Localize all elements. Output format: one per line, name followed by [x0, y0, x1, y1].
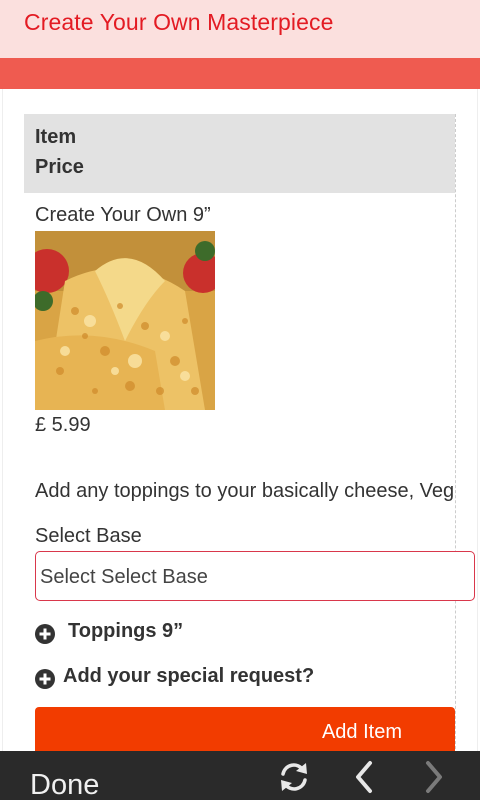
- plus-circle-icon: [35, 624, 55, 644]
- add-item-button[interactable]: Add Item: [35, 707, 455, 757]
- special-request-label: Add your special request?: [63, 665, 315, 687]
- column-header-item: Item: [35, 126, 77, 148]
- forward-chevron-icon[interactable]: [416, 759, 452, 795]
- item-description: Add any toppings to your basically chees…: [35, 480, 455, 502]
- column-header-price: Price: [35, 156, 84, 178]
- column-divider: [455, 114, 456, 754]
- header-bar: Create Your Own Masterpiece: [0, 0, 480, 58]
- table-header: Item Price: [24, 114, 455, 193]
- add-item-button-label: Add Item: [321, 721, 402, 743]
- accent-bar: [0, 58, 480, 89]
- plus-circle-icon: [35, 669, 55, 689]
- browser-bottom-bar: Done: [0, 751, 480, 800]
- select-base-value: Select Select Base: [40, 566, 208, 588]
- select-base-dropdown[interactable]: Select Select Base: [35, 551, 475, 601]
- done-button[interactable]: Done: [30, 769, 99, 800]
- item-name: Create Your Own 9”: [35, 204, 211, 226]
- toppings-label: Toppings 9”: [68, 620, 184, 642]
- back-chevron-icon[interactable]: [348, 759, 384, 795]
- pizza-photo: [35, 231, 215, 410]
- page-title: Create Your Own Masterpiece: [24, 9, 334, 35]
- select-base-label: Select Base: [35, 525, 142, 547]
- refresh-icon[interactable]: [276, 759, 312, 795]
- item-price: £ 5.99: [35, 414, 91, 436]
